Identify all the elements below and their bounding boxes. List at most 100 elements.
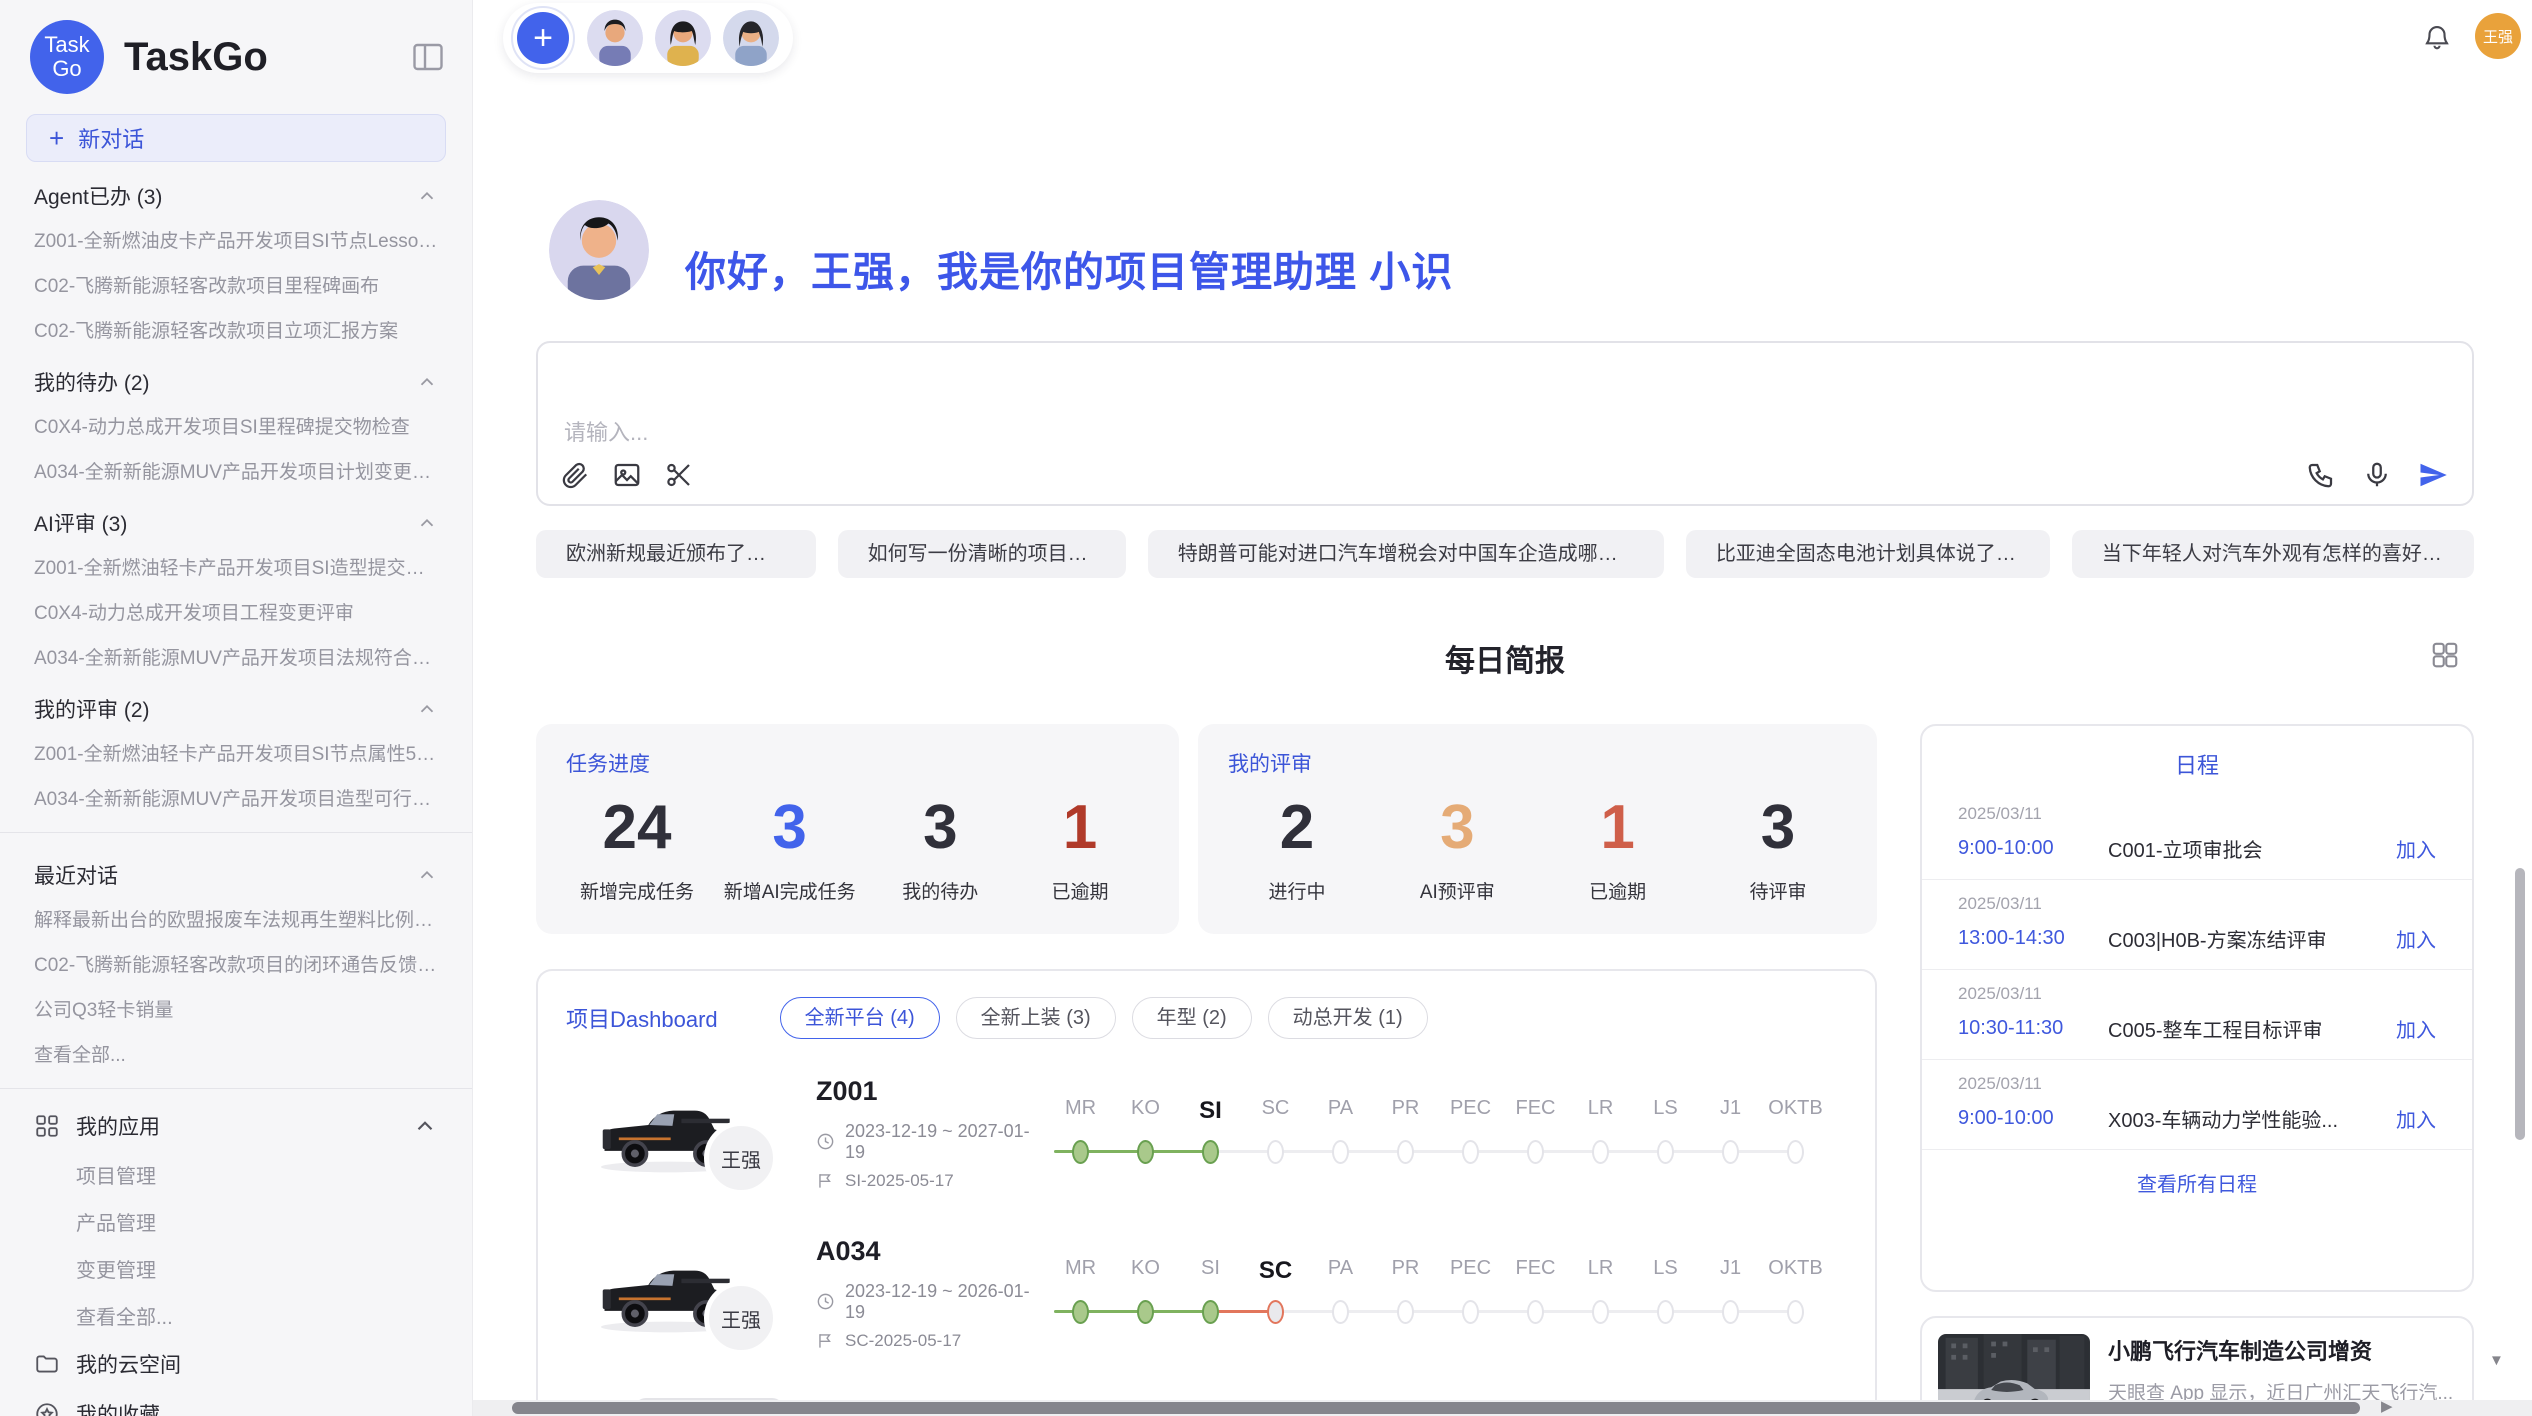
milestone-dot: [1592, 1140, 1609, 1164]
sidebar-section-header[interactable]: AI评审 (3): [0, 493, 472, 544]
project-row[interactable]: 王强A0342023-12-19 ~ 2026-01-19SC-2025-05-…: [538, 1217, 1875, 1369]
project-owner-badge: 王强: [704, 1121, 778, 1195]
suggestion-chip[interactable]: 欧洲新规最近颁布了什么?: [536, 530, 816, 578]
metric-label: 待评审: [1723, 877, 1833, 904]
agent-avatar-3[interactable]: [723, 10, 779, 66]
recent-chat-item[interactable]: 公司Q3轻卡销量: [0, 986, 472, 1031]
dashboard-tab[interactable]: 年型 (2): [1132, 997, 1252, 1039]
my-cloud-row[interactable]: 我的云空间: [0, 1339, 472, 1389]
metric-value: 2: [1242, 792, 1352, 863]
sidebar-section-header[interactable]: 我的评审 (2): [0, 679, 472, 730]
suggestion-chip[interactable]: 比亚迪全固态电池计划具体说了什么: [1686, 530, 2050, 578]
sidebar-conversation-item[interactable]: A034-全新新能源MUV产品开发项目计划变更表编写: [0, 448, 472, 493]
schedule-date: 2025/03/11: [1958, 804, 2436, 824]
metric: 1 已逾期: [1563, 792, 1673, 904]
phone-call-icon[interactable]: [2306, 460, 2336, 490]
my-apps-row[interactable]: 我的应用: [0, 1101, 472, 1151]
milestone-label: LS: [1633, 1257, 1698, 1285]
sidebar-conversation-item[interactable]: A034-全新新能源MUV产品开发项目造型可行性评审: [0, 775, 472, 820]
user-avatar[interactable]: 王强: [2475, 13, 2521, 59]
horizontal-scrollbar-thumb[interactable]: [512, 1402, 2360, 1414]
collapse-sidebar-icon[interactable]: [410, 39, 446, 75]
schedule-event-title: C003|H0B-方案冻结评审: [2108, 924, 2382, 953]
scroll-right-arrow[interactable]: ▶: [2381, 1397, 2393, 1415]
sidebar-section-header[interactable]: Agent已办 (3): [0, 166, 472, 217]
recent-chats-header[interactable]: 最近对话: [0, 845, 472, 896]
schedule-time: 10:30-11:30: [1958, 1017, 2108, 1040]
scissors-icon[interactable]: [664, 460, 694, 490]
my-favorites-label: 我的收藏: [76, 1399, 438, 1416]
schedule-title: 日程: [1922, 748, 2472, 780]
milestone-label: LR: [1568, 1257, 1633, 1285]
main-area: + 王强 你好，王强，我是你的项目管理助理 小识 请输入...: [473, 0, 2532, 1416]
sidebar-scroll: Agent已办 (3)Z001-全新燃油皮卡产品开发项目SI节点Lesson L…: [0, 166, 472, 1416]
attachment-icon[interactable]: [560, 460, 590, 490]
vertical-scrollbar-thumb[interactable]: [2515, 868, 2525, 1140]
milestone-label: J1: [1698, 1257, 1763, 1285]
milestone-dot: [1137, 1140, 1154, 1164]
join-link[interactable]: 加入: [2396, 924, 2436, 953]
horizontal-scrollbar-track[interactable]: [473, 1400, 2532, 1416]
divider: [0, 1088, 472, 1089]
app-sub-item[interactable]: 项目管理: [0, 1151, 472, 1198]
join-link[interactable]: 加入: [2396, 1014, 2436, 1043]
suggestion-chip[interactable]: 当下年轻人对汽车外观有怎样的喜好趋势: [2072, 530, 2474, 578]
divider: [0, 832, 472, 833]
dashboard-tab[interactable]: 全新上装 (3): [956, 997, 1116, 1039]
logo-line-2: Go: [52, 57, 81, 81]
send-icon[interactable]: [2418, 460, 2448, 490]
sidebar-conversation-item[interactable]: C02-飞腾新能源轻客改款项目里程碑画布: [0, 262, 472, 307]
scroll-down-arrow[interactable]: ▼: [2489, 1352, 2504, 1369]
recent-chat-item[interactable]: 解释最新出台的欧盟报废车法规再生塑料比例被调至15%...: [0, 896, 472, 941]
sidebar-conversation-item[interactable]: A034-全新新能源MUV产品开发项目法规符合性评审: [0, 634, 472, 679]
sidebar-conversation-item[interactable]: C0X4-动力总成开发项目SI里程碑提交物检查: [0, 403, 472, 448]
app-sub-item[interactable]: 查看全部...: [0, 1292, 472, 1339]
sidebar-section-header[interactable]: 我的待办 (2): [0, 352, 472, 403]
plus-icon: +: [49, 125, 64, 151]
milestone-track: MRKOSISCPAPRPECFECLRLSJ1OKTB: [1048, 1257, 1838, 1329]
my-apps-label: 我的应用: [76, 1111, 396, 1141]
suggestion-chip[interactable]: 如何写一份清晰的项目周报: [838, 530, 1126, 578]
sidebar-conversation-item[interactable]: Z001-全新燃油轻卡产品开发项目SI节点属性5D文件评审: [0, 730, 472, 775]
message-composer[interactable]: 请输入...: [536, 341, 2474, 506]
milestone-dot: [1527, 1140, 1544, 1164]
sidebar-conversation-item[interactable]: C0X4-动力总成开发项目工程变更评审: [0, 589, 472, 634]
milestone-label: OKTB: [1763, 1257, 1828, 1285]
join-link[interactable]: 加入: [2396, 834, 2436, 863]
milestone-dot: [1787, 1140, 1804, 1164]
new-chat-button[interactable]: + 新对话: [26, 114, 446, 162]
notifications-bell-icon[interactable]: [2422, 22, 2452, 52]
join-link[interactable]: 加入: [2396, 1104, 2436, 1133]
dashboard-tab[interactable]: 动总开发 (1): [1268, 997, 1428, 1039]
my-favorites-row[interactable]: 我的收藏: [0, 1389, 472, 1416]
my-review-metrics: 2 进行中 3 AI预评审 1 已逾期: [1228, 792, 1847, 904]
chevron-up-icon: [416, 371, 438, 393]
schedule-date: 2025/03/11: [1958, 984, 2436, 1004]
app-sub-item[interactable]: 产品管理: [0, 1198, 472, 1245]
project-row[interactable]: 王强Z0012023-12-19 ~ 2027-01-19SI-2025-05-…: [538, 1057, 1875, 1209]
suggestion-chip[interactable]: 特朗普可能对进口汽车增税会对中国车企造成哪些影响: [1148, 530, 1664, 578]
grid-icon: [34, 1113, 60, 1139]
sidebar-conversation-item[interactable]: Z001-全新燃油皮卡产品开发项目SI节点Lesson Learn报告: [0, 217, 472, 262]
view-all-schedule-link[interactable]: 查看所有日程: [1922, 1168, 2472, 1197]
add-agent-button[interactable]: +: [511, 6, 575, 70]
sidebar-section-title: AI评审 (3): [34, 508, 127, 538]
metric-value: 24: [580, 792, 694, 863]
recent-chat-item[interactable]: 查看全部...: [0, 1031, 472, 1076]
milestone-dot: [1202, 1300, 1219, 1324]
milestone-label: LR: [1568, 1097, 1633, 1125]
recent-chat-item[interactable]: C02-飞腾新能源轻客改款项目的闭环通告反馈情况: [0, 941, 472, 986]
sidebar-conversation-item[interactable]: C02-飞腾新能源轻客改款项目立项汇报方案: [0, 307, 472, 352]
agent-avatar-1[interactable]: [587, 10, 643, 66]
app-sub-item[interactable]: 变更管理: [0, 1245, 472, 1292]
project-vehicle-image: 王强: [592, 1085, 744, 1181]
layout-grid-icon[interactable]: [2430, 640, 2460, 670]
microphone-icon[interactable]: [2362, 460, 2392, 490]
sidebar-conversation-item[interactable]: Z001-全新燃油轻卡产品开发项目SI造型提交物评审: [0, 544, 472, 589]
image-upload-icon[interactable]: [612, 460, 642, 490]
milestone-dot: [1267, 1140, 1284, 1164]
metric: 24 新增完成任务: [580, 792, 694, 904]
dashboard-tab[interactable]: 全新平台 (4): [780, 997, 940, 1039]
agent-avatar-2[interactable]: [655, 10, 711, 66]
milestone-dot: [1787, 1300, 1804, 1324]
